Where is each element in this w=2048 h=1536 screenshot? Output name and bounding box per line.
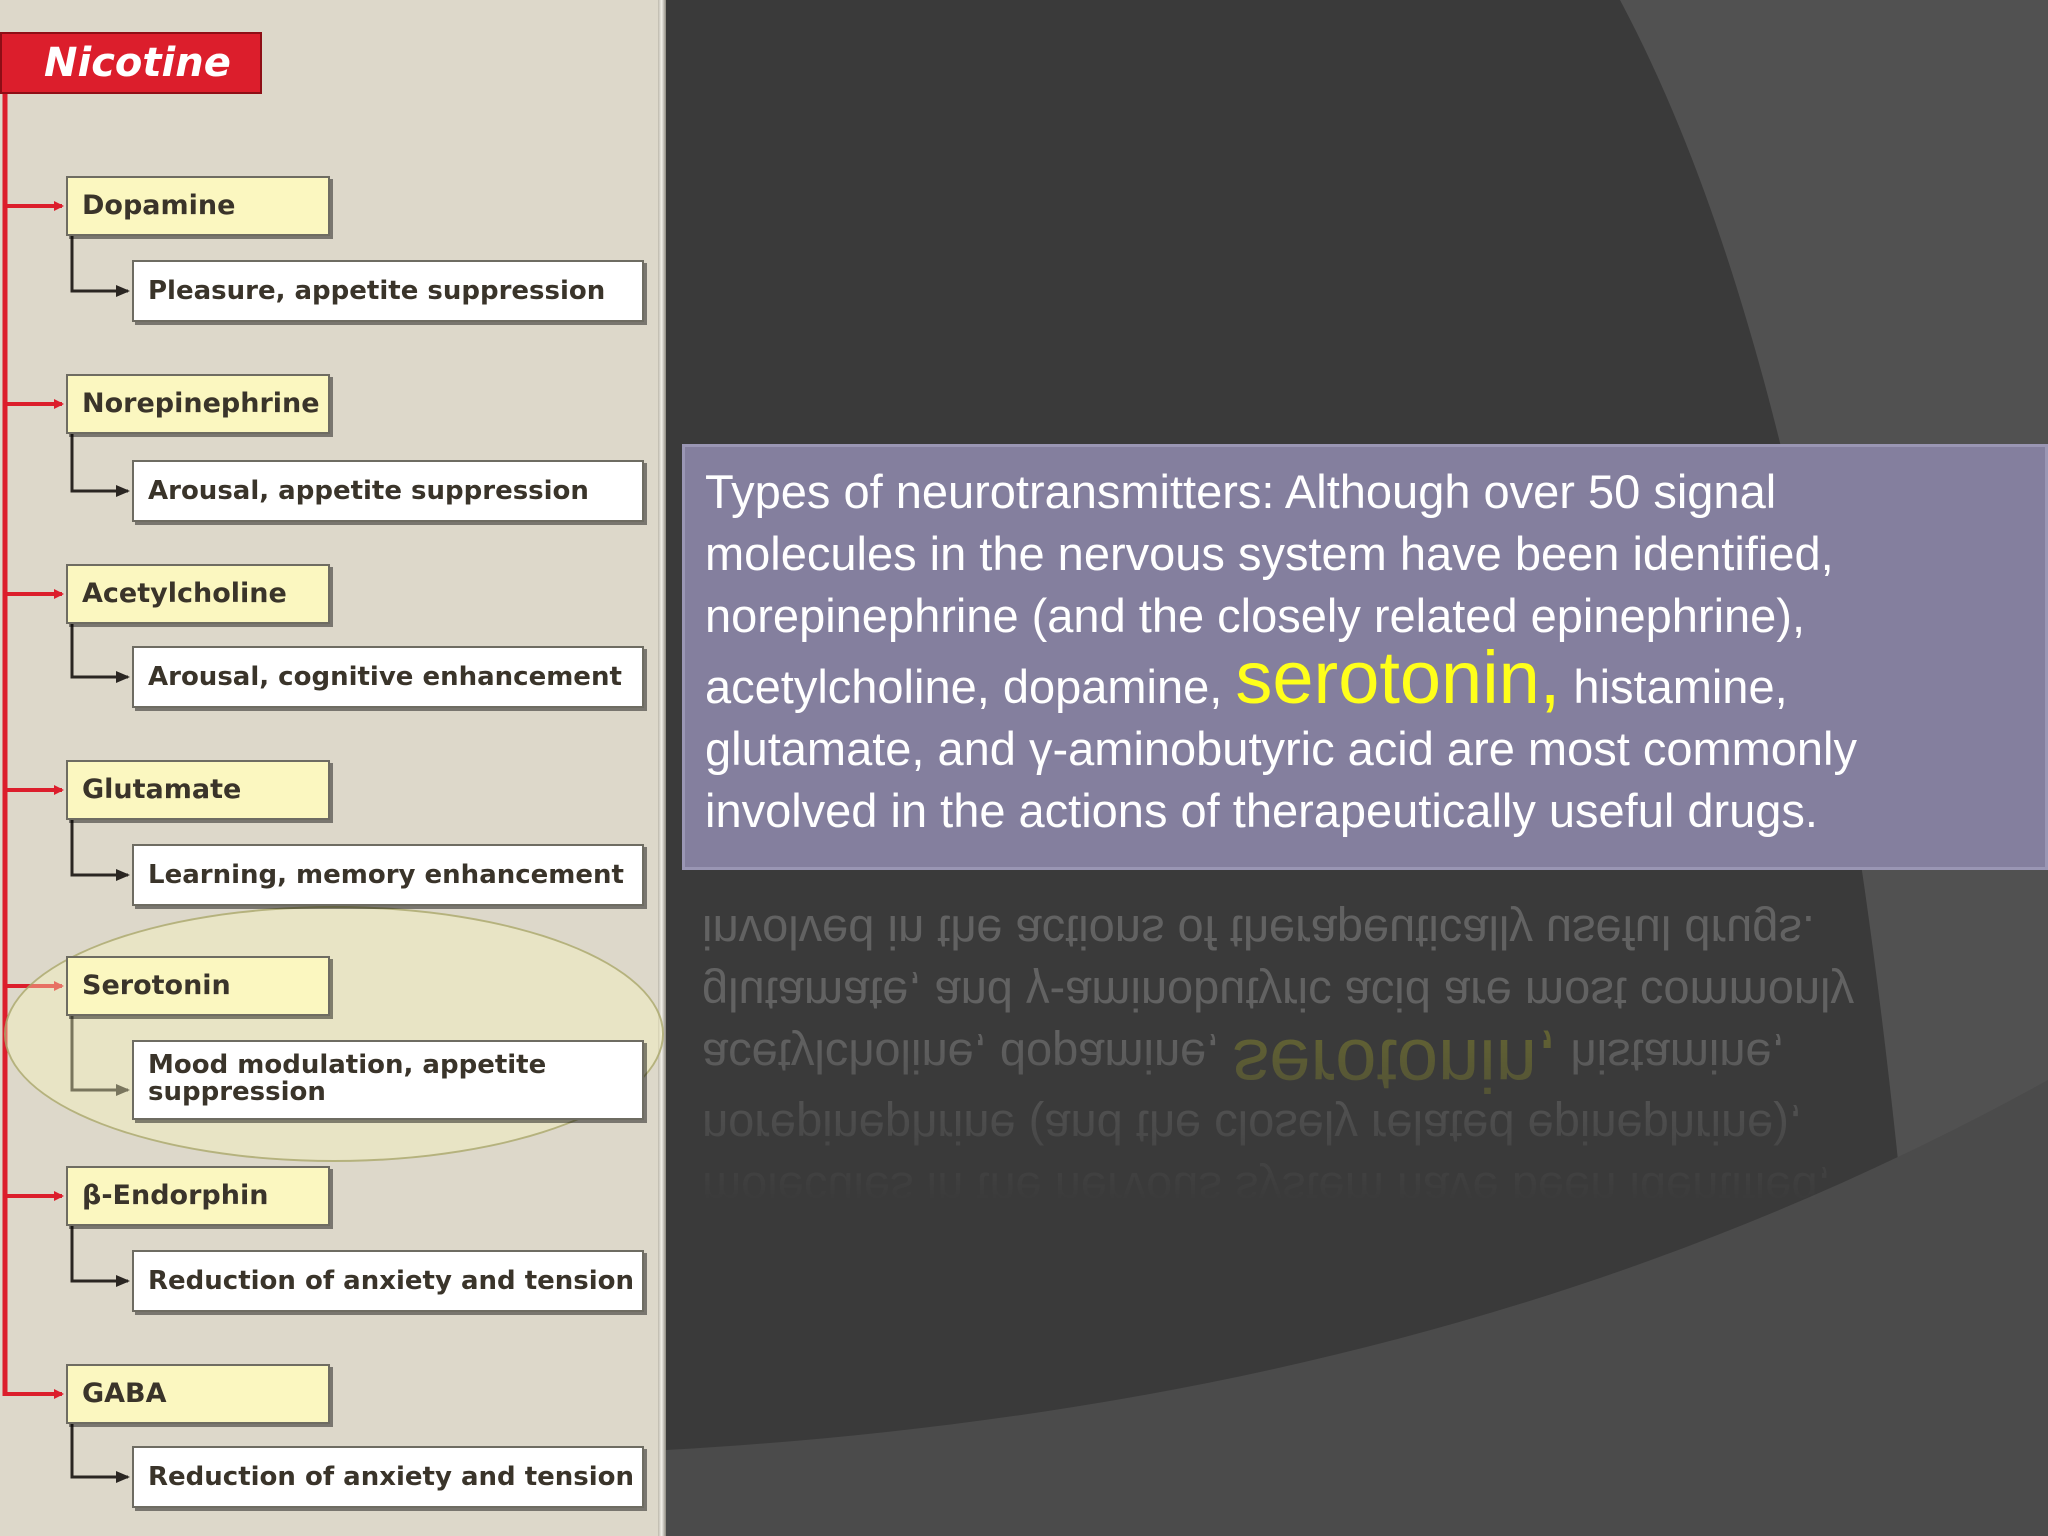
description-line-4-start: acetylcholine, dopamine, [705, 660, 1236, 713]
neurotransmitter-norepinephrine: Norepinephrine [66, 374, 330, 434]
arrow-to-effect-beta-endorphin [70, 1226, 130, 1287]
arrow-to-effect-gaba [70, 1424, 130, 1483]
description-line-4-end: histamine, [1560, 660, 1788, 713]
neurotransmitter-gaba: GABA [66, 1364, 330, 1424]
effect-norepinephrine: Arousal, appetite suppression [132, 460, 644, 522]
neurotransmitter-acetylcholine: Acetylcholine [66, 564, 330, 624]
arrow-to-effect-norepinephrine [70, 434, 130, 497]
effect-beta-endorphin: Reduction of anxiety and tension [132, 1250, 644, 1312]
effect-dopamine: Pleasure, appetite suppression [132, 260, 644, 322]
neurotransmitter-glutamate: Glutamate [66, 760, 330, 820]
effect-serotonin: Mood modulation, appetite suppression [132, 1040, 644, 1120]
serotonin-highlight-ellipse [4, 906, 664, 1162]
effect-glutamate: Learning, memory enhancement [132, 844, 644, 906]
serotonin-highlight-word: serotonin, [1235, 636, 1561, 719]
neurotransmitter-beta-endorphin: β-Endorphin [66, 1166, 330, 1226]
description-line-2: molecules in the nervous system have bee… [705, 527, 1834, 580]
description-line-5: glutamate, and γ-aminobutyric acid are m… [705, 722, 1857, 775]
effect-acetylcholine: Arousal, cognitive enhancement [132, 646, 644, 708]
neurotransmitter-serotonin: Serotonin [66, 956, 330, 1016]
neurotransmitter-description-panel: Types of neurotransmitters: Although ove… [682, 444, 2048, 870]
nicotine-header: Nicotine [0, 32, 262, 94]
arrow-to-effect-glutamate [70, 820, 130, 881]
description-line-1: Types of neurotransmitters: Although ove… [705, 465, 1777, 518]
arrow-to-effect-acetylcholine [70, 624, 130, 683]
effect-gaba: Reduction of anxiety and tension [132, 1446, 644, 1508]
arrow-to-effect-dopamine [70, 236, 130, 297]
neurotransmitter-dopamine: Dopamine [66, 176, 330, 236]
description-line-4: acetylcholine, dopamine, serotonin, hist… [705, 641, 2027, 718]
description-line-6: involved in the actions of therapeutical… [705, 784, 1818, 837]
